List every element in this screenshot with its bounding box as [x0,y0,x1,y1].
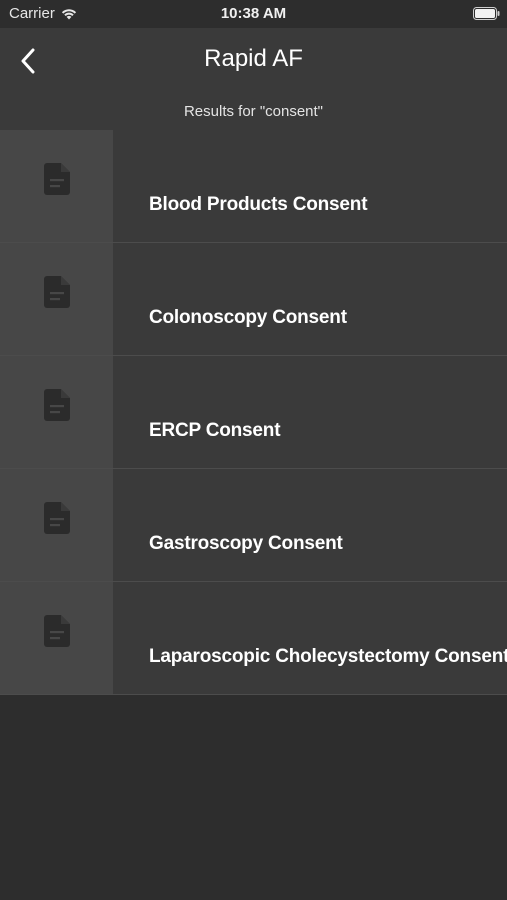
clock: 10:38 AM [220,5,287,22]
item-thumbnail [0,582,113,694]
document-icon [43,389,70,421]
document-icon [43,502,70,534]
document-icon [43,163,70,195]
results-list: Blood Products Consent Colonoscopy Conse… [0,130,507,695]
list-item[interactable]: Blood Products Consent [0,130,507,243]
item-body: Laparoscopic Cholecystectomy Consent [113,582,507,694]
list-item-label: ERCP Consent [149,420,281,441]
item-body: Colonoscopy Consent [113,243,507,355]
navigation-bar: Rapid AF Results for "consent" [0,28,507,130]
list-item-label: Colonoscopy Consent [149,307,347,328]
list-item[interactable]: ERCP Consent [0,356,507,469]
page-title: Rapid AF [204,45,303,72]
list-item-label: Blood Products Consent [149,194,368,215]
item-body: Gastroscopy Consent [113,469,507,581]
item-thumbnail [0,130,113,242]
battery-icon [473,7,500,20]
search-results-caption: Results for "consent" [183,103,324,120]
item-thumbnail [0,469,113,581]
list-item[interactable]: Gastroscopy Consent [0,469,507,582]
item-body: ERCP Consent [113,356,507,468]
document-icon [43,615,70,647]
list-item-label: Laparoscopic Cholecystectomy Consent [149,646,507,667]
list-item[interactable]: Colonoscopy Consent [0,243,507,356]
item-body: Blood Products Consent [113,130,507,242]
list-item-label: Gastroscopy Consent [149,533,343,554]
document-icon [43,276,70,308]
list-item[interactable]: Laparoscopic Cholecystectomy Consent [0,582,507,695]
item-thumbnail [0,243,113,355]
status-bar: Carrier 10:38 AM [0,0,507,28]
item-thumbnail [0,356,113,468]
